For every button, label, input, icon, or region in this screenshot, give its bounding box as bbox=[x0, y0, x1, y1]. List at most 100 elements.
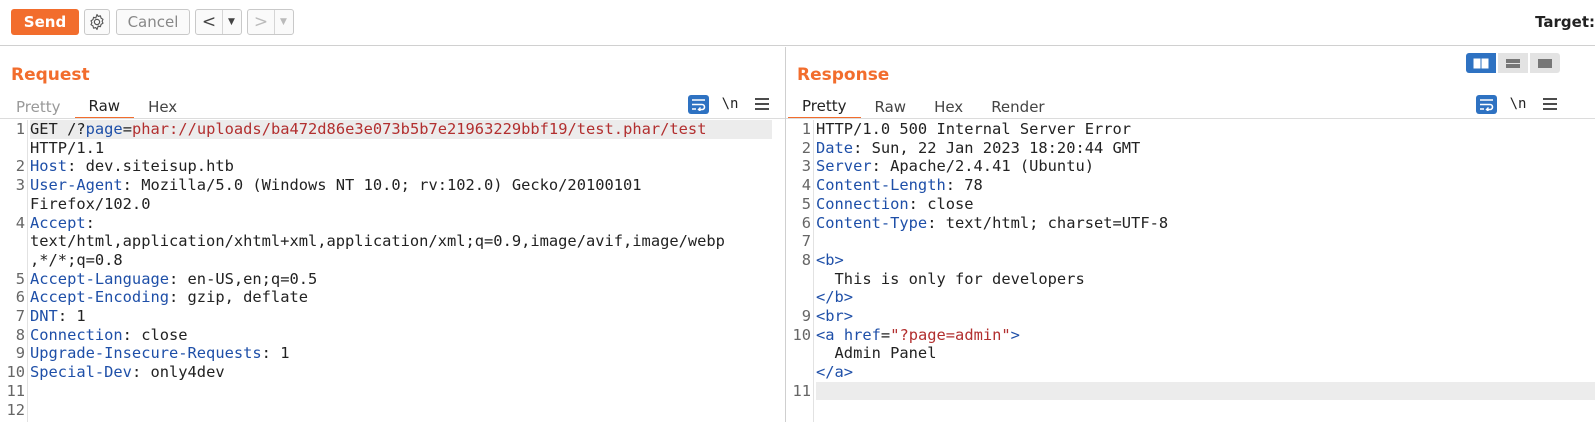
header-value: : 78 bbox=[945, 176, 983, 195]
response-editor[interactable]: 1 2 3 4 5 6 7 8 9 10 11 HTTP/1.0 500 Int… bbox=[786, 120, 1595, 422]
response-current-line bbox=[816, 381, 1595, 401]
html-tag: <b> bbox=[816, 250, 844, 269]
request-newline-toggle[interactable]: \n bbox=[719, 96, 741, 112]
header-content-type: Content-Type: text/html; charset=UTF-8 bbox=[816, 214, 1168, 233]
header-key: Date bbox=[816, 138, 854, 157]
tab-request-pretty[interactable]: Pretty bbox=[2, 95, 75, 119]
tab-response-render[interactable]: Render bbox=[977, 95, 1058, 119]
tab-response-hex[interactable]: Hex bbox=[920, 95, 977, 119]
header-upgrade-insecure: Upgrade-Insecure-Requests: 1 bbox=[30, 344, 289, 363]
line-number: 12 bbox=[6, 400, 25, 419]
html-a-close: </a> bbox=[816, 363, 853, 382]
toolbar: Send Cancel < ▼ > ▼ Target: bbox=[0, 0, 1595, 46]
html-tag: </a> bbox=[816, 363, 854, 382]
history-forward-group: > ▼ bbox=[247, 9, 294, 35]
html-tag: > bbox=[1010, 325, 1020, 344]
header-date: Date: Sun, 22 Jan 2023 18:20:44 GMT bbox=[816, 139, 1140, 158]
request-menu-button[interactable] bbox=[751, 95, 773, 113]
line-number: 9 bbox=[801, 307, 811, 325]
header-content-length: Content-Length: 78 bbox=[816, 176, 983, 195]
response-newline-toggle[interactable]: \n bbox=[1507, 96, 1529, 112]
response-wrap-toggle[interactable] bbox=[1476, 94, 1497, 114]
header-accept: Accept: bbox=[30, 214, 95, 233]
html-b-text: This is only for developers bbox=[816, 269, 1085, 288]
line-number: 8 bbox=[801, 250, 811, 269]
header-value: : Sun, 22 Jan 2023 18:20:44 GMT bbox=[853, 138, 1141, 157]
cancel-button[interactable]: Cancel bbox=[116, 9, 190, 35]
html-b-open: <b> bbox=[816, 251, 844, 270]
line-number: 2 bbox=[801, 138, 811, 157]
header-key: Accept-Encoding bbox=[30, 288, 169, 307]
request-title: Request bbox=[11, 65, 90, 85]
header-accept-encoding: Accept-Encoding: gzip, deflate bbox=[30, 288, 308, 307]
layout-side-by-side-icon bbox=[1473, 58, 1489, 68]
target-label: Target: bbox=[1535, 13, 1595, 31]
tab-response-raw[interactable]: Raw bbox=[861, 95, 921, 119]
line-number: 3 bbox=[15, 176, 25, 195]
header-value: : Apache/2.4.41 (Ubuntu) bbox=[871, 157, 1094, 176]
line-number: 4 bbox=[15, 213, 25, 232]
header-value: : close bbox=[122, 325, 188, 344]
html-a-open: <a href="?page=admin"> bbox=[816, 326, 1020, 345]
response-title: Response bbox=[797, 65, 890, 85]
response-editor-tools: \n bbox=[1476, 93, 1561, 115]
response-panel: Response Pretty Raw Hex Render \n 1 2 3 … bbox=[786, 47, 1595, 422]
header-key: Accept-Language bbox=[30, 269, 169, 288]
back-history-dropdown-icon[interactable]: ▼ bbox=[222, 10, 240, 34]
request-method: GET /? bbox=[30, 120, 86, 138]
request-line-gutter: 1 2 3 4 5 6 7 8 9 10 11 12 bbox=[0, 120, 28, 422]
history-back-group: < ▼ bbox=[195, 9, 242, 35]
layout-single-button[interactable] bbox=[1530, 53, 1560, 73]
line-number: 11 bbox=[792, 381, 811, 400]
header-value: : en-US,en;q=0.5 bbox=[169, 269, 318, 288]
html-tag: <a bbox=[816, 325, 835, 344]
request-editor[interactable]: 1 2 3 4 5 6 7 8 9 10 11 12 GET /?page=ph… bbox=[0, 120, 785, 422]
line-number: 6 bbox=[801, 213, 811, 232]
header-user-agent-wrap: Firefox/102.0 bbox=[30, 194, 151, 213]
layout-top-bottom-icon bbox=[1506, 58, 1520, 68]
layout-side-by-side-button[interactable] bbox=[1466, 53, 1496, 73]
header-value: : Mozilla/5.0 (Windows NT 10.0; rv:102.0… bbox=[122, 176, 642, 195]
forward-history-dropdown-icon[interactable]: ▼ bbox=[274, 10, 292, 34]
settings-button[interactable] bbox=[84, 9, 110, 35]
line-number: 10 bbox=[6, 363, 25, 382]
query-param-value: phar://uploads/ba472d86e3e073b5b7e219632… bbox=[131, 120, 707, 138]
response-line-gutter: 1 2 3 4 5 6 7 8 9 10 11 bbox=[786, 120, 814, 422]
request-wrap-toggle[interactable] bbox=[688, 94, 709, 114]
line-number: 11 bbox=[6, 381, 25, 400]
header-accept-wrap-2: ,*/*;q=0.8 bbox=[30, 250, 123, 269]
line-number: 5 bbox=[15, 269, 25, 288]
header-key: Content-Length bbox=[816, 176, 946, 195]
html-tag: </b> bbox=[816, 288, 854, 307]
html-a-text: Admin Panel bbox=[816, 344, 937, 363]
back-button[interactable]: < bbox=[196, 10, 222, 34]
response-menu-button[interactable] bbox=[1539, 95, 1561, 113]
line-number: 8 bbox=[15, 325, 25, 344]
send-button[interactable]: Send bbox=[11, 9, 79, 35]
layout-top-bottom-button[interactable] bbox=[1498, 53, 1528, 73]
header-user-agent: User-Agent: Mozilla/5.0 (Windows NT 10.0… bbox=[30, 176, 642, 195]
request-editor-tools: \n bbox=[688, 93, 773, 115]
forward-button[interactable]: > bbox=[248, 10, 274, 34]
header-value: : dev.siteisup.htb bbox=[67, 157, 234, 176]
hamburger-menu-icon bbox=[755, 98, 769, 110]
request-line-1-wrap: HTTP/1.1 bbox=[30, 138, 105, 157]
status-line: HTTP/1.0 500 Internal Server Error bbox=[816, 120, 1132, 138]
tab-request-hex[interactable]: Hex bbox=[134, 95, 191, 119]
header-host: Host: dev.siteisup.htb bbox=[30, 157, 234, 176]
line-number: 10 bbox=[792, 325, 811, 344]
gear-icon bbox=[90, 13, 104, 31]
tab-request-raw[interactable]: Raw bbox=[74, 95, 135, 119]
header-value: : 1 bbox=[57, 307, 86, 325]
hamburger-menu-icon bbox=[1543, 98, 1557, 110]
header-accept-language: Accept-Language: en-US,en;q=0.5 bbox=[30, 270, 317, 289]
html-attr-name: href bbox=[843, 325, 881, 344]
tab-response-pretty[interactable]: Pretty bbox=[788, 95, 861, 119]
line-number: 9 bbox=[15, 344, 25, 363]
header-key: Special-Dev bbox=[30, 363, 132, 382]
header-key: User-Agent bbox=[30, 176, 123, 195]
header-value: : only4dev bbox=[131, 363, 225, 382]
html-tag: <br> bbox=[816, 307, 854, 325]
layout-single-icon bbox=[1538, 58, 1552, 68]
html-attr-value: "?page=admin" bbox=[890, 325, 1011, 344]
